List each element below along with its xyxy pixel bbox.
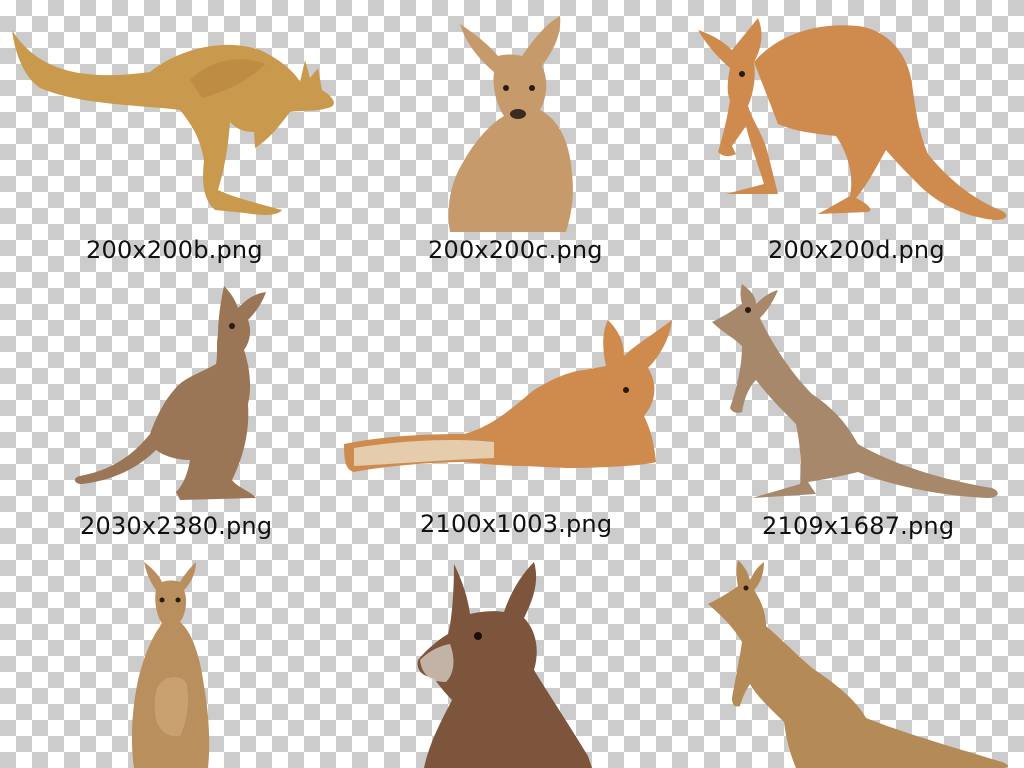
kangaroo-standing-side-icon	[698, 18, 1007, 220]
kangaroo-standing-icon	[74, 286, 267, 500]
file-caption: 200x200d.png	[768, 236, 945, 264]
file-tile-2030x2380[interactable]: 2030x2380.png	[72, 284, 282, 544]
kangaroo-with-joey-icon	[131, 562, 210, 768]
kangaroo-head-icon	[417, 562, 592, 768]
kangaroo-cartoon-icon	[708, 560, 1009, 768]
file-caption: 200x200c.png	[428, 236, 603, 264]
file-caption: 2100x1003.png	[420, 510, 613, 538]
kangaroo-upright-icon	[448, 16, 573, 232]
file-tile-200x200c[interactable]: 200x200c.png	[420, 14, 620, 264]
kangaroo-standing-profile-icon	[712, 284, 998, 498]
file-tile-kangaroo-cartoon[interactable]	[706, 558, 1016, 768]
file-tile-200x200d[interactable]: 200x200d.png	[698, 14, 1014, 264]
file-tile-2109x1687[interactable]: 2109x1687.png	[712, 284, 1014, 544]
kangaroo-lying-icon	[344, 320, 672, 472]
file-caption: 2030x2380.png	[80, 512, 273, 540]
file-tile-2100x1003[interactable]: 2100x1003.png	[344, 316, 684, 546]
kangaroo-hopping-icon	[12, 30, 334, 215]
file-tile-200x200b[interactable]: 200x200b.png	[10, 20, 340, 264]
file-caption: 200x200b.png	[86, 236, 263, 264]
file-tile-kangaroo-with-joey[interactable]	[130, 560, 220, 768]
file-caption: 2109x1687.png	[762, 512, 955, 540]
file-tile-kangaroo-head[interactable]	[416, 560, 596, 768]
